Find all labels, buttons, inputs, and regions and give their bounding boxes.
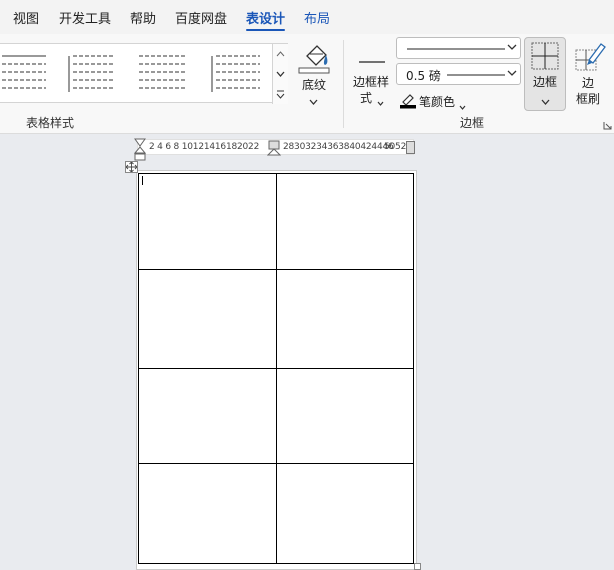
tab-table-design[interactable]: 表设计 [246, 8, 286, 31]
tab-help[interactable]: 帮助 [130, 8, 156, 27]
ruler-numbers-right: 28303234363840424446 [283, 142, 394, 152]
table-cell[interactable] [138, 463, 277, 564]
table-cell[interactable] [138, 368, 277, 464]
line-style-icon [359, 53, 385, 67]
scroll-up-icon[interactable] [273, 44, 288, 64]
tab-developer[interactable]: 开发工具 [59, 8, 111, 27]
document-table [138, 173, 414, 564]
pen-color-button[interactable]: 笔颜色 [397, 90, 472, 110]
border-painter-icon [575, 40, 607, 75]
table-style-option[interactable] [0, 52, 48, 96]
dialog-launcher-icon[interactable] [603, 119, 612, 130]
group-divider [343, 40, 344, 128]
table-cell[interactable] [275, 368, 414, 464]
border-painter-label-line2: 框刷 [576, 92, 601, 106]
borders-grid-icon [531, 42, 559, 73]
borders-label: 边框 [533, 75, 558, 89]
chevron-down-icon [541, 94, 550, 108]
table-styles-group-label: 表格样式 [26, 116, 75, 130]
scroll-down-icon[interactable] [273, 64, 288, 84]
tab-layout[interactable]: 布局 [304, 8, 330, 27]
line-weight-dropdown[interactable]: 0.5 磅 [396, 63, 521, 85]
line-style-dropdown[interactable] [396, 37, 521, 59]
table-move-icon[interactable] [125, 161, 138, 173]
column-marker[interactable] [266, 140, 282, 159]
ribbon-panel: 表格样式 底纹 边框样 式 0.5 磅 笔颜色 边框 边 框刷 边框 [0, 34, 614, 134]
table-row [138, 368, 414, 464]
table-style-option[interactable] [208, 52, 262, 96]
border-painter-button[interactable]: 边 框刷 [570, 38, 610, 108]
table-cell[interactable] [275, 269, 414, 369]
chevron-down-icon [309, 94, 318, 108]
paint-bucket-icon [297, 40, 331, 77]
chevron-down-icon [507, 44, 517, 50]
chevron-down-icon [459, 99, 466, 113]
table-style-option[interactable] [137, 52, 189, 96]
pen-icon [399, 91, 417, 112]
table-row [138, 173, 414, 270]
right-indent-marker[interactable] [406, 141, 415, 158]
shading-button[interactable]: 底纹 [293, 38, 335, 108]
borders-group-label: 边框 [460, 116, 485, 130]
border-styles-label-line1: 边框样 [353, 75, 390, 89]
border-styles-button[interactable]: 边框样 式 [350, 38, 394, 110]
chevron-down-icon [377, 95, 384, 109]
ribbon-tab-bar: 视图 开发工具 帮助 百度网盘 表设计 布局 [0, 0, 614, 34]
line-weight-value: 0.5 磅 [406, 69, 441, 83]
table-cell[interactable] [138, 173, 277, 270]
gallery-expand-icon[interactable] [273, 84, 288, 104]
table-row [138, 463, 414, 564]
tab-view[interactable]: 视图 [13, 8, 39, 27]
pen-color-label: 笔颜色 [419, 95, 456, 109]
border-styles-label-line2: 式 [360, 91, 373, 105]
table-cell[interactable] [138, 269, 277, 369]
border-painter-label-line1: 边 [582, 76, 595, 90]
tab-baidu-netdisk[interactable]: 百度网盘 [175, 8, 227, 27]
ruler-numbers-end: 5052 [384, 142, 407, 152]
ruler-numbers-left: 2 4 6 8 10121416182022 [149, 142, 260, 152]
borders-button[interactable]: 边框 [524, 37, 566, 111]
table-cell[interactable] [275, 173, 414, 270]
line-style-preview [407, 48, 505, 50]
line-weight-preview [447, 74, 505, 76]
gallery-scrollbar [272, 44, 288, 104]
shading-label: 底纹 [302, 78, 327, 92]
table-cell[interactable] [275, 463, 414, 564]
chevron-down-icon [507, 70, 517, 76]
table-styles-gallery [0, 43, 288, 104]
table-resize-handle[interactable] [414, 563, 421, 570]
table-style-option[interactable] [65, 52, 117, 96]
horizontal-ruler: 2 4 6 8 10121416182022 28303234363840424… [133, 138, 415, 161]
table-row [138, 269, 414, 369]
text-cursor [142, 176, 143, 185]
